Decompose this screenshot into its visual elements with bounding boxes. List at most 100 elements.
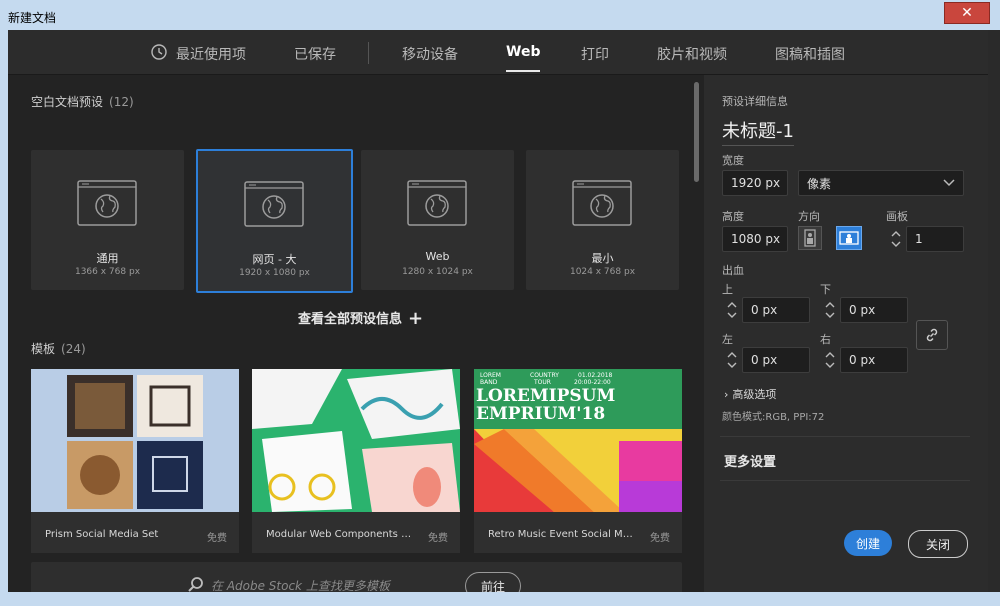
window-border-bottom (0, 592, 1000, 606)
height-label: 高度 (722, 210, 744, 223)
bleed-right-stepper[interactable] (822, 347, 838, 373)
portrait-icon (804, 229, 816, 247)
tab-print[interactable]: 打印 (581, 44, 609, 64)
window-close-button[interactable]: ✕ (944, 2, 990, 24)
template-card[interactable]: Modular Web Components Set 免费 (252, 369, 460, 553)
stepper-arrows-icon (727, 302, 737, 318)
preset-card[interactable]: Web 1280 x 1024 px (361, 150, 514, 290)
blank-presets-heading: 空白文档预设 (12) (31, 95, 134, 109)
bleed-top-stepper[interactable] (724, 297, 740, 323)
bleed-top-label: 上 (722, 283, 733, 296)
tab-film-video[interactable]: 胶片和视频 (657, 44, 727, 64)
new-document-dialog: 最近使用项 已保存 移动设备 Web 打印 胶片和视频 图稿和插图 空白文档预设… (8, 30, 988, 592)
portrait-orientation-button[interactable] (798, 226, 822, 250)
bleed-right-label: 右 (820, 333, 831, 346)
bleed-bottom-field[interactable]: 0 px (840, 297, 908, 323)
template-name: Modular Web Components Set (266, 529, 416, 540)
web-document-icon (572, 180, 632, 226)
bleed-label: 出血 (722, 264, 744, 277)
bleed-left-label: 左 (722, 333, 733, 346)
unit-value: 像素 (807, 176, 832, 191)
divider (720, 480, 970, 481)
bleed-right-field[interactable]: 0 px (840, 347, 908, 373)
thumb-text: 01.02.2018 (578, 372, 613, 379)
web-document-icon (407, 180, 467, 226)
adobe-stock-search-bar: 前往 (31, 562, 682, 592)
create-button[interactable]: 创建 (844, 530, 892, 556)
preset-card-selected[interactable]: 网页 - 大 1920 x 1080 px (196, 149, 353, 293)
artboard-field[interactable]: 1 (906, 226, 964, 252)
color-mode-info: 颜色模式:RGB, PPI:72 (722, 412, 825, 423)
stepper-arrows-icon (825, 302, 835, 318)
landscape-icon (839, 231, 859, 245)
tab-art-illustration[interactable]: 图稿和插图 (775, 44, 845, 64)
unit-dropdown[interactable]: 像素 (798, 170, 964, 196)
go-button[interactable]: 前往 (465, 572, 521, 592)
artboard-label: 画板 (886, 210, 908, 223)
template-thumbnail: LOREM BAND COUNTRY TOUR 01.02.2018 20:00… (474, 369, 682, 512)
stock-search-input[interactable] (209, 574, 459, 592)
view-all-label: 查看全部预设信息 (298, 312, 403, 327)
chevron-right-icon: › (724, 388, 729, 401)
preset-name: 通用 (96, 252, 119, 265)
artboard-stepper[interactable] (888, 226, 904, 252)
bleed-left-field[interactable]: 0 px (742, 347, 810, 373)
stepper-arrows-icon (891, 231, 901, 247)
preset-details-panel: 预设详细信息 未标题-1 宽度 1920 px 像素 高度 1080 px 方向… (704, 75, 988, 592)
tab-separator (368, 42, 369, 64)
height-field[interactable]: 1080 px (722, 226, 788, 252)
presets-scrollbar[interactable] (694, 82, 699, 182)
bleed-top-field[interactable]: 0 px (742, 297, 810, 323)
preset-card[interactable]: 通用 1366 x 768 px (31, 150, 184, 290)
template-name: Prism Social Media Set (45, 529, 159, 540)
window-title: 新建文档 (8, 11, 57, 25)
preset-name: 最小 (591, 252, 614, 265)
link-icon (926, 328, 938, 342)
window-border-right (988, 30, 1000, 606)
tab-mobile[interactable]: 移动设备 (402, 44, 458, 64)
advanced-options-toggle[interactable]: › 高级选项 (724, 386, 776, 402)
window-titlebar: 新建文档 ✕ (0, 0, 1000, 30)
view-all-presets-link[interactable]: 查看全部预设信息 + (298, 307, 424, 329)
free-badge: 免费 (428, 533, 448, 544)
thumb-text: COUNTRY (530, 372, 559, 379)
tab-web[interactable]: Web (506, 44, 541, 72)
thumb-text: LOREMIPSUM (476, 386, 616, 406)
preset-size: 1280 x 1024 px (402, 267, 473, 277)
clock-icon (151, 44, 167, 60)
bleed-left-stepper[interactable] (724, 347, 740, 373)
divider (720, 436, 970, 437)
tab-saved[interactable]: 已保存 (294, 44, 336, 64)
close-icon: ✕ (961, 5, 973, 21)
web-document-icon (77, 180, 137, 226)
more-settings-link[interactable]: 更多设置 (724, 451, 776, 470)
window-border-left (0, 30, 8, 606)
thumb-text: TOUR (533, 379, 551, 386)
plus-icon: + (408, 308, 424, 329)
advanced-options-label: 高级选项 (732, 388, 777, 401)
templates-heading: 模板 (24) (31, 342, 86, 356)
preset-size: 1920 x 1080 px (239, 268, 310, 278)
template-card[interactable]: Prism Social Media Set 免费 (31, 369, 239, 553)
tab-recent[interactable]: 最近使用项 (176, 44, 246, 64)
details-heading: 预设详细信息 (722, 95, 788, 108)
preset-card[interactable]: 最小 1024 x 768 px (526, 150, 679, 290)
bleed-bottom-stepper[interactable] (822, 297, 838, 323)
preset-name: 网页 - 大 (252, 253, 297, 266)
document-name-input[interactable]: 未标题-1 (722, 117, 794, 146)
width-label: 宽度 (722, 154, 744, 167)
landscape-orientation-button[interactable] (836, 226, 862, 250)
free-badge: 免费 (650, 533, 670, 544)
web-document-icon (244, 181, 304, 227)
presets-panel: 空白文档预设 (12) 通用 1366 x 768 px 网页 - 大 1920… (8, 75, 704, 592)
template-name: Retro Music Event Social Media S... (488, 529, 638, 540)
link-bleed-button[interactable] (916, 320, 948, 350)
width-field[interactable]: 1920 px (722, 170, 788, 196)
close-button[interactable]: 关闭 (908, 530, 968, 558)
template-card[interactable]: LOREM BAND COUNTRY TOUR 01.02.2018 20:00… (474, 369, 682, 553)
stepper-arrows-icon (727, 352, 737, 368)
category-tabs: 最近使用项 已保存 移动设备 Web 打印 胶片和视频 图稿和插图 (8, 30, 988, 75)
template-thumbnail (252, 369, 460, 512)
thumb-text: BAND (480, 379, 498, 386)
orientation-label: 方向 (798, 210, 820, 223)
